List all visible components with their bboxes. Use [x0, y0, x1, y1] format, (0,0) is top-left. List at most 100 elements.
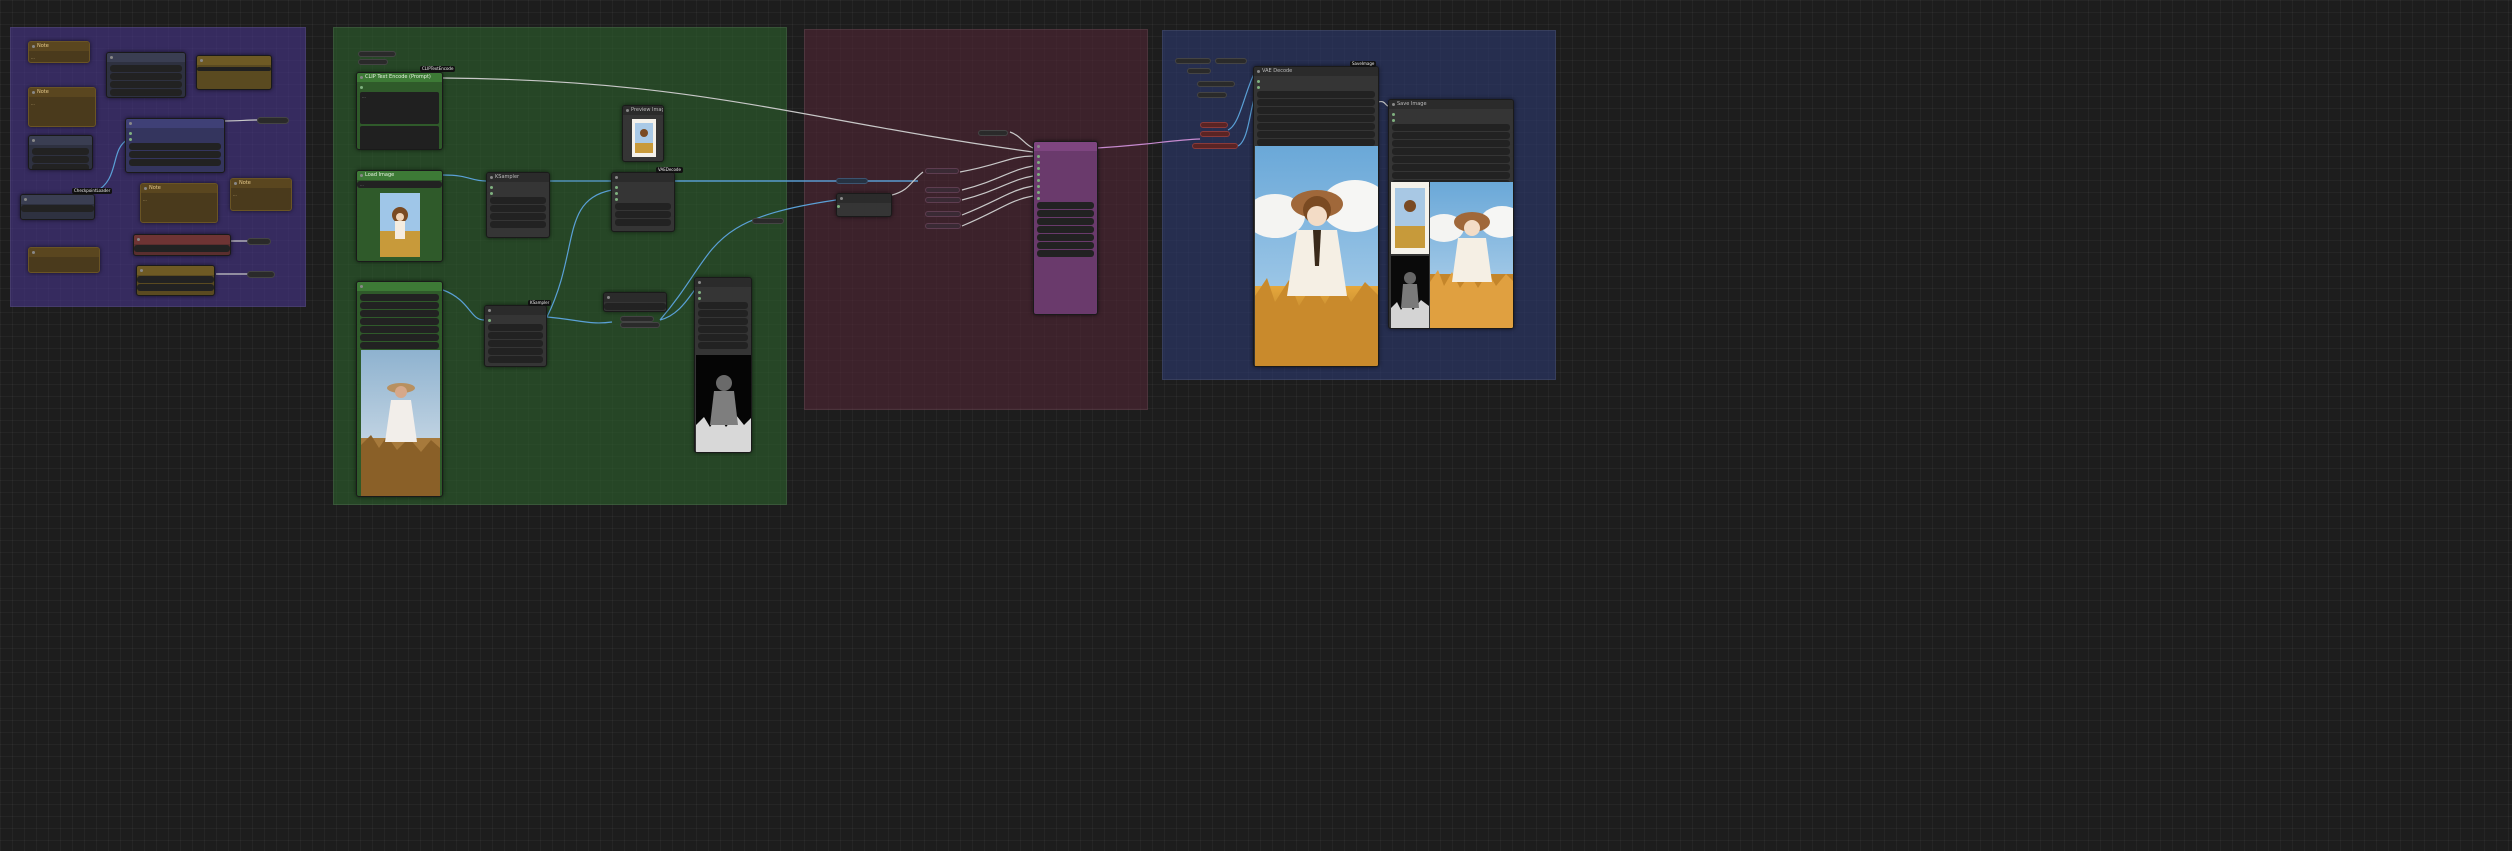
input-slot[interactable] — [698, 295, 748, 301]
widget-row[interactable] — [1257, 139, 1375, 146]
note-node[interactable] — [28, 247, 100, 273]
widget-row[interactable] — [1037, 234, 1094, 241]
widget-row[interactable] — [615, 211, 671, 218]
widget-row[interactable] — [490, 197, 546, 204]
widget-row[interactable] — [21, 205, 94, 212]
preview-image-node[interactable]: Preview Image — [622, 105, 664, 162]
widget-row[interactable] — [360, 294, 439, 301]
text-input-node[interactable] — [106, 52, 186, 98]
reroute-node[interactable] — [1197, 92, 1227, 98]
reroute-node[interactable] — [620, 322, 660, 328]
widget-row[interactable] — [360, 326, 439, 333]
note-node[interactable]: Note ... — [28, 41, 90, 63]
checkpoint-loader-node[interactable] — [125, 118, 225, 173]
widget-row[interactable] — [698, 334, 748, 341]
widget-row[interactable] — [129, 151, 221, 158]
reroute-node[interactable] — [836, 178, 868, 184]
clip-text-encode-node[interactable]: CLIP Text Encode (Prompt) ... — [356, 72, 443, 150]
reroute-node[interactable] — [1200, 131, 1230, 137]
resolution-node[interactable] — [603, 292, 667, 312]
widget-row[interactable] — [1392, 140, 1510, 147]
node-canvas[interactable]: Note ... Note ... Note ... Note ... CLIP… — [0, 0, 2512, 851]
widget-row[interactable] — [110, 73, 182, 80]
input-slot[interactable] — [129, 136, 221, 142]
reroute-node[interactable] — [247, 271, 275, 278]
reroute-node[interactable] — [247, 238, 271, 245]
widget-row[interactable] — [1392, 124, 1510, 131]
widget-row[interactable] — [1257, 123, 1375, 130]
widget-row[interactable] — [1037, 226, 1094, 233]
note-text[interactable]: ... — [29, 99, 95, 108]
prompt-textarea[interactable]: ... — [360, 92, 439, 124]
prompt-textarea-secondary[interactable] — [360, 126, 439, 149]
widget-row[interactable] — [360, 342, 439, 349]
widget-row[interactable] — [360, 302, 439, 309]
widget-row[interactable] — [615, 219, 671, 226]
ksampler-advanced-node[interactable] — [1033, 141, 1098, 315]
input-slot[interactable] — [837, 203, 891, 209]
reroute-node[interactable] — [1215, 58, 1247, 64]
widget-row[interactable] — [698, 342, 748, 349]
widget-row[interactable] — [488, 324, 543, 331]
widget-row[interactable] — [488, 340, 543, 347]
reroute-node[interactable] — [358, 59, 388, 65]
widget-row[interactable] — [360, 334, 439, 341]
widget-row[interactable] — [1037, 210, 1094, 217]
load-image-node[interactable]: Load Image ... — [356, 170, 443, 262]
widget-row[interactable] — [1257, 131, 1375, 138]
note-node[interactable]: Note ... — [28, 87, 96, 127]
widget-row[interactable] — [137, 276, 214, 283]
widget-row[interactable] — [1392, 172, 1510, 179]
input-slot[interactable] — [1037, 195, 1094, 201]
reroute-node[interactable] — [1200, 122, 1228, 128]
reroute-node[interactable] — [1192, 143, 1238, 149]
conditioning-node[interactable] — [836, 193, 892, 217]
reroute-node[interactable] — [752, 218, 784, 224]
lora-node[interactable] — [133, 234, 231, 256]
widget-row[interactable] — [1037, 202, 1094, 209]
save-image-node[interactable]: Save Image — [1388, 99, 1514, 329]
note-text[interactable]: ... — [29, 53, 89, 62]
widget-row[interactable] — [1257, 91, 1375, 98]
input-slot[interactable] — [1257, 84, 1375, 90]
widget-row[interactable] — [1037, 218, 1094, 225]
widget-row[interactable] — [134, 245, 230, 252]
widget-row[interactable] — [698, 302, 748, 309]
reroute-node[interactable] — [925, 187, 960, 193]
reroute-node[interactable] — [1175, 58, 1211, 64]
controlnet-loader-node[interactable] — [136, 265, 215, 296]
ksampler-node[interactable]: KSampler — [486, 172, 550, 238]
text-node[interactable] — [20, 194, 95, 220]
widget-row[interactable] — [32, 164, 89, 169]
preprocessor-node[interactable] — [484, 305, 547, 367]
widget-row[interactable] — [1392, 156, 1510, 163]
widget-row[interactable] — [1392, 132, 1510, 139]
reroute-node[interactable] — [1187, 68, 1211, 74]
widget-row[interactable] — [129, 159, 221, 166]
widget-row[interactable] — [698, 310, 748, 317]
input-slot[interactable] — [360, 84, 439, 90]
widget-row[interactable] — [1392, 148, 1510, 155]
widget-row[interactable] — [488, 348, 543, 355]
widget-row[interactable] — [615, 203, 671, 210]
widget-row[interactable] — [110, 89, 182, 96]
input-slot[interactable] — [1392, 117, 1510, 123]
widget-row[interactable] — [490, 213, 546, 220]
instruction-node[interactable] — [196, 55, 272, 90]
widget-row[interactable] — [1037, 242, 1094, 249]
note-text[interactable]: ... — [141, 195, 217, 204]
widget-row[interactable] — [490, 221, 546, 228]
widget-row[interactable] — [604, 303, 666, 310]
reroute-node[interactable] — [978, 130, 1008, 136]
widget-row[interactable] — [1392, 164, 1510, 171]
note-node[interactable]: Note ... — [230, 178, 292, 211]
reroute-node[interactable] — [925, 168, 959, 174]
reroute-node[interactable] — [925, 223, 961, 229]
vae-decode-output-node[interactable]: VAE Decode — [1253, 66, 1379, 367]
reroute-node[interactable] — [358, 51, 396, 57]
note-text[interactable] — [29, 259, 99, 263]
input-slot[interactable] — [490, 190, 546, 196]
widget-row[interactable] — [490, 205, 546, 212]
reroute-node[interactable] — [925, 211, 961, 217]
depth-map-node[interactable] — [694, 277, 752, 453]
